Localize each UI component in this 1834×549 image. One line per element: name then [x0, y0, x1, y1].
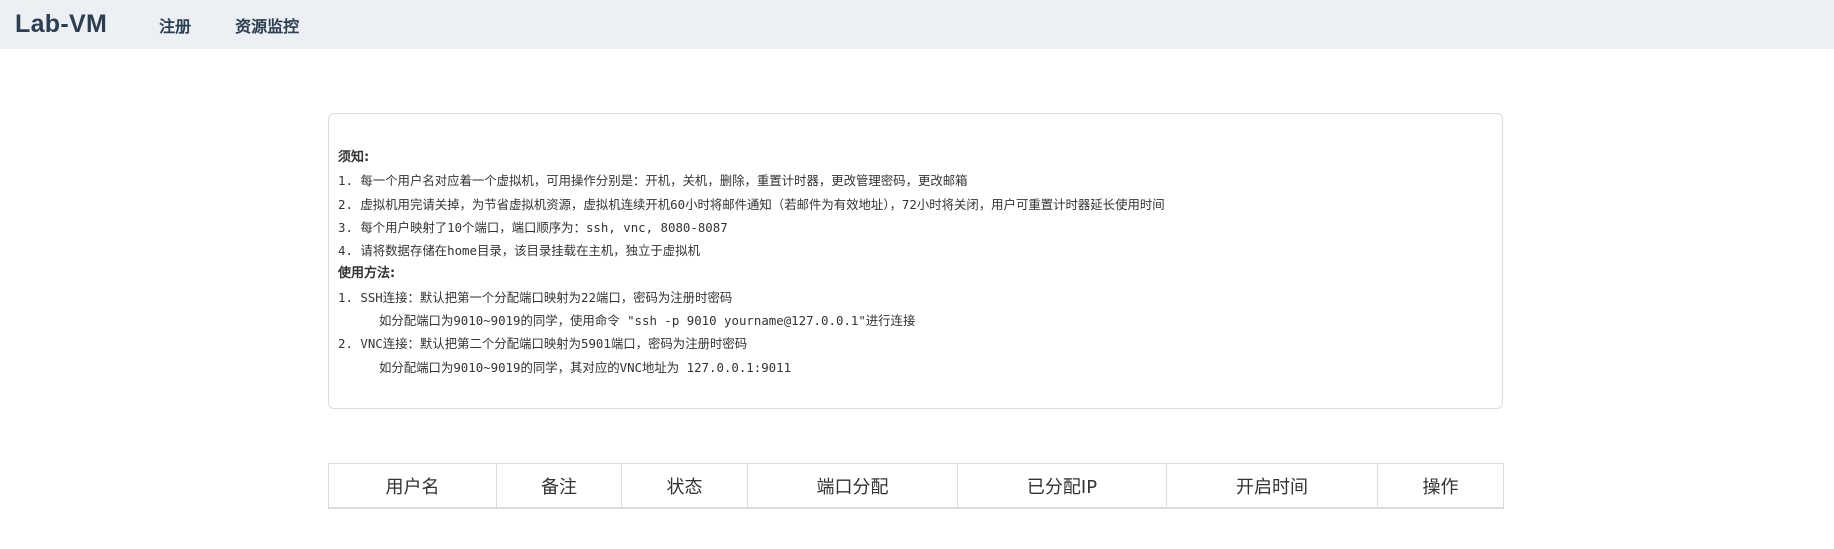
notice-heading: 须知: — [338, 150, 370, 165]
column-header-actions: 操作 — [1377, 463, 1504, 509]
column-header-ports: 端口分配 — [747, 463, 958, 509]
usage-item-detail: 如分配端口为9010~9019的同学，使用命令 "ssh -p 9010 you… — [379, 313, 916, 329]
notice-item: 2. 虚拟机用完请关掉，为节省虚拟机资源，虚拟机连续开机60小时将邮件通知（若邮… — [338, 196, 1165, 212]
nav-link-register[interactable]: 注册 — [137, 13, 213, 37]
table-header-row: 用户名 备注 状态 端口分配 已分配IP 开启时间 操作 — [328, 463, 1504, 509]
vm-table: 用户名 备注 状态 端口分配 已分配IP 开启时间 操作 — [328, 463, 1504, 509]
nav-link-resource-monitor[interactable]: 资源监控 — [213, 13, 321, 37]
column-header-status: 状态 — [621, 463, 748, 509]
usage-item-detail: 如分配端口为9010~9019的同学，其对应的VNC地址为 127.0.0.1:… — [379, 359, 792, 375]
column-header-remark: 备注 — [496, 463, 622, 509]
notice-item: 3. 每个用户映射了10个端口，端口顺序为：ssh, vnc, 8080-808… — [338, 219, 728, 235]
usage-item: 1. SSH连接：默认把第一个分配端口映射为22端口，密码为注册时密码 — [338, 289, 733, 305]
navbar: Lab-VM 注册 资源监控 — [0, 0, 1834, 49]
column-header-start-time: 开启时间 — [1166, 463, 1378, 509]
usage-heading: 使用方法: — [338, 266, 396, 282]
column-header-assigned-ip: 已分配IP — [957, 463, 1167, 509]
notice-panel: 须知: 1. 每一个用户名对应着一个虚拟机，可用操作分别是：开机，关机，删除，重… — [328, 113, 1503, 409]
brand-logo[interactable]: Lab-VM — [15, 10, 107, 39]
notice-item: 1. 每一个用户名对应着一个虚拟机，可用操作分别是：开机，关机，删除，重置计时器… — [338, 173, 968, 189]
notice-item: 4. 请将数据存储在home目录，该目录挂载在主机，独立于虚拟机 — [338, 243, 700, 259]
column-header-username: 用户名 — [328, 463, 497, 509]
usage-item: 2. VNC连接：默认把第二个分配端口映射为5901端口，密码为注册时密码 — [338, 336, 748, 352]
